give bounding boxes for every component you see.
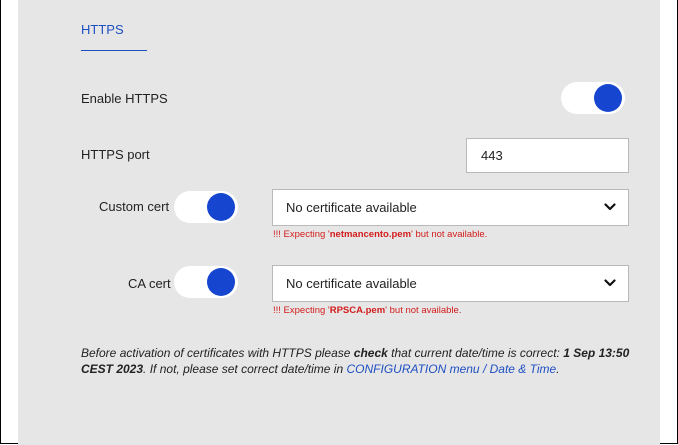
ca-cert-label: CA cert — [128, 276, 171, 291]
toggle-knob — [207, 268, 235, 296]
datetime-check-note: Before activation of certificates with H… — [81, 346, 630, 376]
custom-cert-warning: !!! Expecting 'netmancento.pem' but not … — [273, 229, 488, 240]
section-underline — [81, 50, 147, 51]
custom-cert-selected-value: No certificate available — [286, 200, 417, 215]
ca-cert-selected-value: No certificate available — [286, 276, 417, 291]
custom-cert-toggle[interactable] — [174, 191, 238, 223]
section-title: HTTPS — [81, 22, 124, 37]
expected-cert-filename: RPSCA.pem — [329, 305, 386, 316]
toggle-knob — [594, 84, 622, 112]
expected-cert-filename: netmancento.pem — [329, 229, 412, 240]
custom-cert-label: Custom cert — [99, 199, 170, 214]
https-port-label: HTTPS port — [81, 147, 150, 162]
custom-cert-select[interactable]: No certificate available — [272, 189, 629, 226]
https-port-input[interactable]: 443 — [466, 138, 629, 173]
toggle-knob — [207, 193, 235, 221]
ca-cert-toggle[interactable] — [174, 266, 238, 298]
chevron-down-icon — [604, 203, 616, 211]
chevron-down-icon — [604, 279, 616, 287]
page-frame: HTTPS Enable HTTPS HTTPS port 443 Custom… — [0, 0, 678, 445]
configuration-datetime-link[interactable]: CONFIGURATION menu / Date & Time — [346, 362, 556, 376]
https-settings-panel: HTTPS Enable HTTPS HTTPS port 443 Custom… — [18, 0, 660, 445]
enable-https-label: Enable HTTPS — [81, 91, 168, 106]
ca-cert-warning: !!! Expecting 'RPSCA.pem' but not availa… — [273, 305, 462, 316]
enable-https-toggle[interactable] — [561, 82, 625, 114]
ca-cert-select[interactable]: No certificate available — [272, 265, 629, 302]
